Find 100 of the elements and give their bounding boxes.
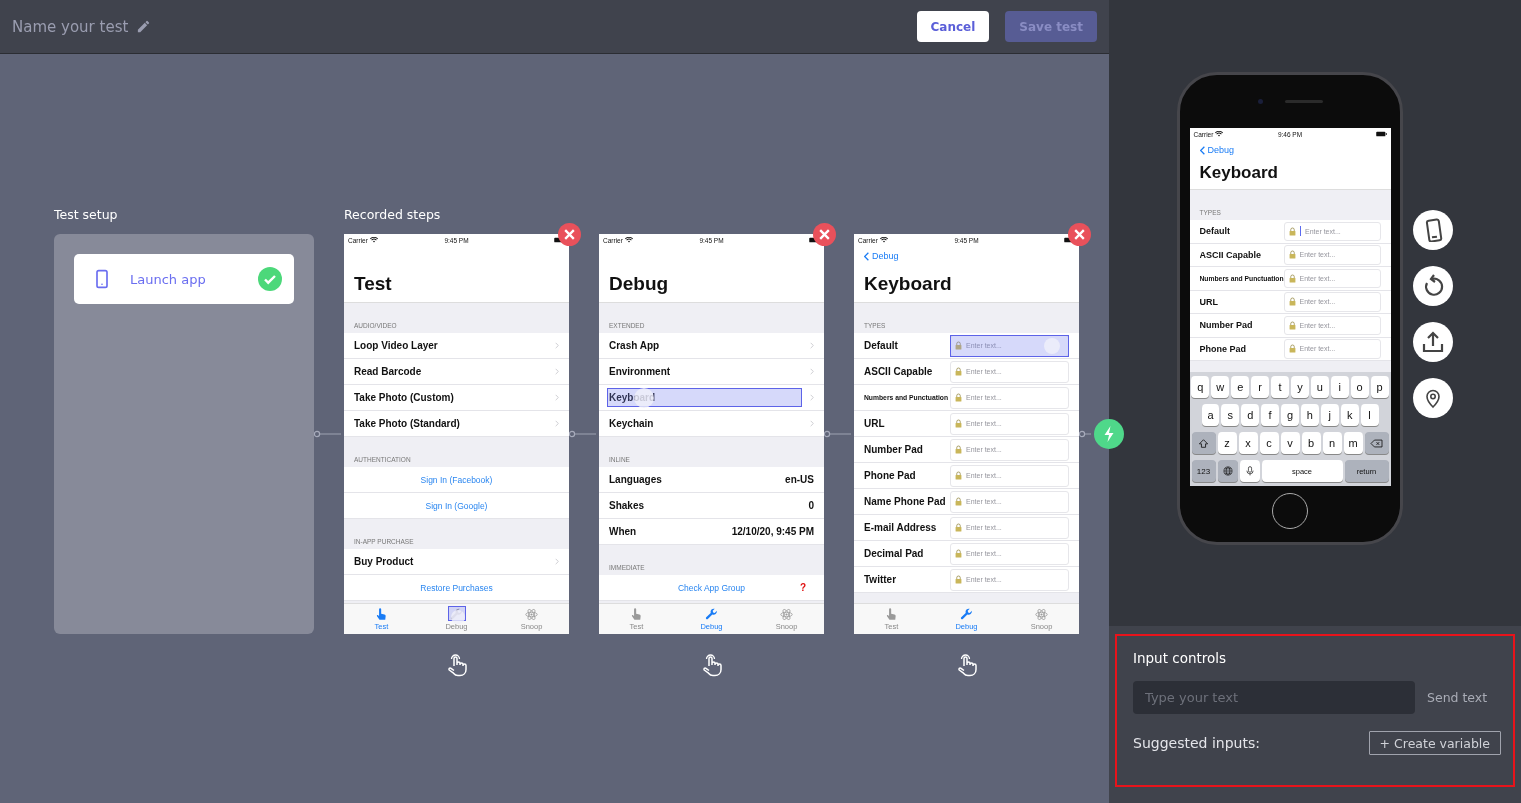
run-button[interactable] xyxy=(1094,419,1124,449)
close-button[interactable] xyxy=(1068,223,1091,246)
chevron-icon xyxy=(555,420,559,427)
letter-key[interactable]: x xyxy=(1238,432,1258,454)
microphone-icon xyxy=(1244,466,1255,476)
cancel-button[interactable]: Cancel xyxy=(916,11,990,42)
send-text-button[interactable]: Send text xyxy=(1427,690,1488,705)
connector-line xyxy=(824,430,854,438)
step-label: Launch app xyxy=(130,271,207,287)
row-label: Languages xyxy=(609,474,662,485)
panel-title: Input controls xyxy=(1133,650,1228,666)
microphone-key[interactable] xyxy=(1239,460,1260,482)
letter-key[interactable]: z xyxy=(1217,432,1237,454)
letter-key[interactable]: l xyxy=(1360,404,1379,426)
lock-icon xyxy=(955,367,962,376)
wifi-icon xyxy=(369,237,378,243)
atom-icon xyxy=(1035,607,1048,621)
back-link[interactable]: Debug xyxy=(864,251,899,261)
letter-key[interactable]: e xyxy=(1231,376,1250,398)
row-value: 12/10/20, 9:45 PM xyxy=(731,526,814,537)
list-item[interactable]: Crash App xyxy=(599,333,824,359)
letter-key[interactable]: s xyxy=(1221,404,1240,426)
globe-key[interactable] xyxy=(1217,460,1238,482)
lock-icon xyxy=(955,393,962,402)
letter-key[interactable]: u xyxy=(1310,376,1329,398)
letter-key[interactable]: y xyxy=(1291,376,1309,398)
back-link[interactable]: Debug xyxy=(1199,145,1235,155)
screen-title: Test xyxy=(354,273,393,296)
section-title: Recorded steps xyxy=(344,208,442,222)
field-label: URL xyxy=(864,418,886,429)
letter-key[interactable]: v xyxy=(1280,432,1300,454)
letter-key[interactable]: r xyxy=(1251,376,1270,398)
letter-key[interactable]: m xyxy=(1343,432,1363,454)
letter-key[interactable]: o xyxy=(1350,376,1369,398)
list-item[interactable]: Environment xyxy=(599,359,824,385)
list-item[interactable]: Take Photo (Custom) xyxy=(344,385,569,411)
screen-title: Keyboard xyxy=(864,273,953,296)
row-label: When xyxy=(609,526,637,537)
suggested-inputs-label: Suggested inputs: xyxy=(1133,735,1260,751)
upload-button[interactable] xyxy=(1413,322,1453,362)
home-button[interactable] xyxy=(1272,493,1308,529)
delete-key[interactable] xyxy=(1364,432,1389,454)
list-item[interactable]: Keychain xyxy=(599,411,824,437)
hand-icon xyxy=(885,607,898,621)
list-item[interactable]: Loop Video Layer xyxy=(344,333,569,359)
pencil-icon[interactable] xyxy=(136,19,152,34)
screen-title: Debug xyxy=(609,273,670,296)
letter-key[interactable]: i xyxy=(1330,376,1349,398)
connector-line xyxy=(1079,430,1094,438)
connector-line xyxy=(569,430,599,438)
link-button[interactable]: Sign In (Facebook) xyxy=(344,467,569,493)
screen-title: Keyboard xyxy=(1199,162,1279,183)
letter-key[interactable]: a xyxy=(1201,404,1220,426)
numbers-key[interactable]: 123 xyxy=(1191,460,1216,482)
back-chevron-icon xyxy=(864,251,869,261)
letter-key[interactable]: w xyxy=(1211,376,1230,398)
link-button[interactable]: Sign In (Google) xyxy=(344,493,569,519)
row-value: 0 xyxy=(808,500,814,511)
lock-icon xyxy=(955,341,962,350)
letter-key[interactable]: d xyxy=(1241,404,1260,426)
lock-icon xyxy=(955,445,962,454)
wifi-icon xyxy=(1215,131,1224,137)
letter-key[interactable]: b xyxy=(1301,432,1321,454)
close-button[interactable] xyxy=(558,223,581,246)
field-label: URL xyxy=(1199,296,1219,307)
upload-icon xyxy=(1421,330,1445,354)
field-label: Decimal Pad xyxy=(864,548,925,559)
letter-key[interactable]: k xyxy=(1340,404,1359,426)
list-item[interactable]: Buy Product xyxy=(344,549,569,575)
rotate-button[interactable] xyxy=(1413,266,1453,306)
battery-icon xyxy=(1375,131,1387,137)
link-button[interactable]: Restore Purchases xyxy=(344,575,569,601)
letter-key[interactable]: c xyxy=(1259,432,1279,454)
letter-key[interactable]: n xyxy=(1322,432,1342,454)
letter-key[interactable]: f xyxy=(1261,404,1280,426)
device-button[interactable] xyxy=(1413,210,1453,250)
atom-icon xyxy=(780,607,793,621)
field-label: ASCII Capable xyxy=(1199,249,1262,260)
connector-line xyxy=(314,430,344,438)
link-button[interactable]: Check App Group ? xyxy=(599,575,824,601)
list-item[interactable]: Read Barcode xyxy=(344,359,569,385)
letter-key[interactable]: t xyxy=(1271,376,1289,398)
touch-point xyxy=(1044,337,1060,354)
row-label: Shakes xyxy=(609,500,645,511)
letter-key[interactable]: j xyxy=(1320,404,1339,426)
letter-key[interactable]: g xyxy=(1281,404,1299,426)
lock-icon xyxy=(1288,250,1296,260)
lock-icon xyxy=(1288,297,1296,307)
location-button[interactable] xyxy=(1413,378,1453,418)
letter-key[interactable]: q xyxy=(1191,376,1210,398)
letter-key[interactable]: h xyxy=(1300,404,1319,426)
letter-key[interactable]: p xyxy=(1370,376,1389,398)
chevron-icon xyxy=(810,368,814,375)
step-card[interactable]: Launch app xyxy=(74,254,294,304)
close-button[interactable] xyxy=(813,223,836,246)
shift-key[interactable] xyxy=(1191,432,1216,454)
list-item[interactable]: Take Photo (Standard) xyxy=(344,411,569,437)
create-variable-button[interactable]: + Create variable xyxy=(1368,731,1501,755)
text-input[interactable]: Type your text xyxy=(1133,681,1415,714)
test-name[interactable]: Name your test xyxy=(12,17,129,36)
